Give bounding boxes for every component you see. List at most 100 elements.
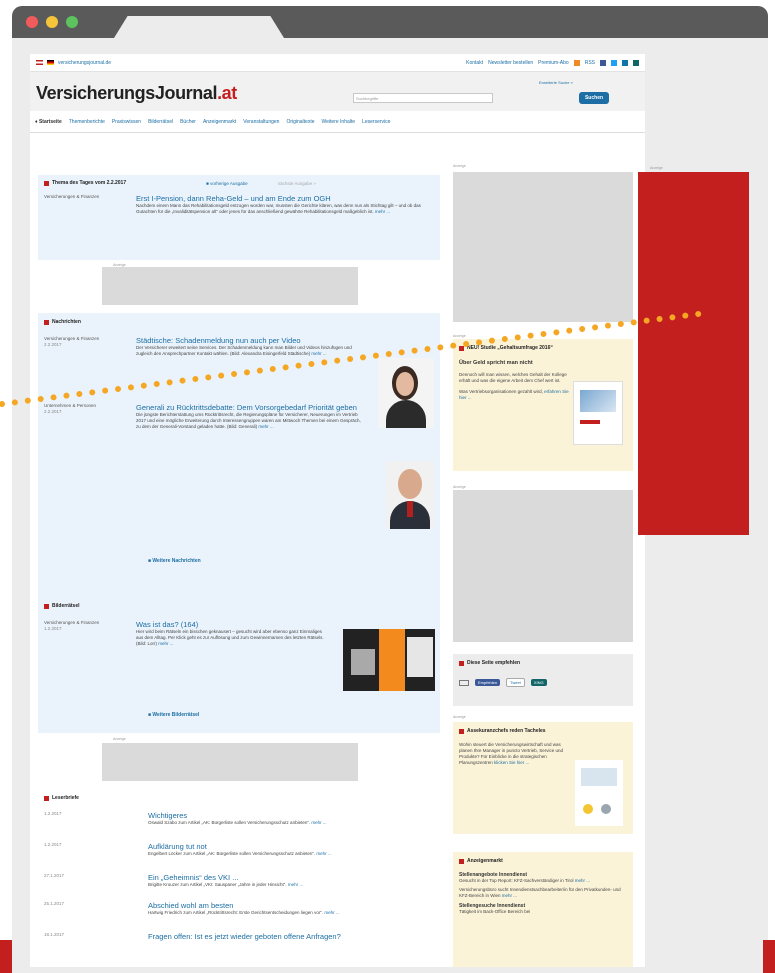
topic-title: Thema des Tages vom 2.2.2017 (44, 180, 126, 186)
austria-flag-icon[interactable] (36, 60, 43, 65)
more-news-link[interactable]: ■ Weitere Nachrichten (148, 558, 201, 564)
letter-text: Brigitte Krouzer zum Artikel „VKI: Sausp… (148, 882, 304, 887)
ad-label: Anzeige (650, 166, 663, 170)
germany-flag-icon[interactable] (47, 60, 54, 65)
letter-headline[interactable]: Fragen offen: Ist es jetzt wieder gebote… (148, 932, 428, 941)
minimize-window-icon[interactable] (46, 16, 58, 28)
search-input[interactable]: Suchbegriffe (353, 93, 493, 103)
study-box: NEU! Studie „Gehaltsumfrage 2016“ Über G… (453, 339, 633, 471)
web-page: versicherungsjournal.de Kontakt Newslett… (30, 54, 645, 967)
maximize-window-icon[interactable] (66, 16, 78, 28)
next-issue-link[interactable]: nächste Ausgabe » (278, 181, 316, 186)
letter-item: 1.2.2017 Wichtigeres Oswald Szabo zum Art… (44, 811, 434, 842)
nav-ads[interactable]: Anzeigenmarkt (203, 119, 236, 125)
topic-headline[interactable]: Erst I-Pension, dann Reha-Geld – und am … (136, 194, 426, 203)
study-text: Dennoch will man wissen, welches Gehalt … (459, 372, 567, 383)
sidebar-ad-1[interactable] (453, 172, 633, 322)
nav-riddle[interactable]: Bilderrätsel (148, 119, 173, 125)
news-date: 2.2.2017 (44, 409, 62, 414)
decor-red-strip-left (0, 940, 12, 973)
riddle-section: Bilderrätsel Versicherungen & Finanzen 1… (38, 597, 440, 733)
letters-list: 1.2.2017 Wichtigeres Oswald Szabo zum Art… (44, 811, 434, 952)
news-text-2: Die jüngste Berichterstattung ums Rücktr… (136, 412, 361, 429)
nav-practice[interactable]: Praxiswissen (112, 119, 141, 125)
letter-date: 1.2.2017 (44, 811, 62, 816)
rss-icon[interactable] (573, 59, 580, 66)
tacheles-image[interactable] (575, 760, 623, 826)
nav-books[interactable]: Bücher (180, 119, 196, 125)
news-photo-woman[interactable] (378, 358, 434, 428)
ad-banner-2[interactable] (102, 743, 358, 781)
market-line-2: Versicherungsbüro sucht Innendienstsachb… (459, 887, 621, 898)
facebook-icon[interactable] (600, 59, 606, 66)
recommend-title: Diese Seite empfehlen (459, 660, 627, 666)
letter-headline[interactable]: Abschied wohl am besten (148, 901, 428, 910)
ad-label: Anzeige (453, 715, 466, 719)
letter-headline[interactable]: Aufklärung tut not (148, 842, 428, 851)
linkedin-icon[interactable] (622, 59, 628, 66)
search-button[interactable]: Suchen (579, 92, 609, 104)
news-section: Nachrichten Versicherungen & Finanzen 2.… (38, 313, 440, 597)
tacheles-title: Assekuranzchefs reden Tacheles (459, 728, 627, 734)
nav-events[interactable]: Veranstaltungen (243, 119, 279, 125)
advanced-search-link[interactable]: Erweiterte Suche » (539, 80, 573, 85)
browser-titlebar (12, 6, 768, 38)
letter-headline[interactable]: Wichtigeres (148, 811, 428, 820)
tacheles-text: Wohin steuert die Versicherungswirtschaf… (459, 742, 564, 765)
letter-date: 18.1.2017 (44, 932, 65, 937)
letter-date: 1.2.2017 (44, 842, 62, 847)
premium-link[interactable]: Premium-Abo (538, 60, 569, 66)
study-subtitle[interactable]: Über Geld spricht man nicht (459, 360, 627, 366)
nav-originals[interactable]: Originaltexte (286, 119, 314, 125)
close-window-icon[interactable] (26, 16, 38, 28)
market-line-3: Tätigkeit im Back-Office Bereich bei (459, 909, 531, 914)
ad-label: Anzeige (453, 485, 466, 489)
ad-label: Anzeige (453, 164, 466, 168)
letter-text: Engelbert Löcker zum Artikel „AK: Bürger… (148, 851, 332, 856)
facebook-share-button[interactable]: Empfehlen (475, 679, 501, 686)
study-cover-image[interactable] (573, 381, 623, 445)
news-text-1: Der Versicherer erweitert seine Services… (136, 345, 352, 356)
browser-tab[interactable] (114, 16, 284, 38)
letter-item: 25.1.2017 Abschied wohl am besten Hartwig… (44, 901, 434, 932)
letter-text: Hartwig Friedrich zum Artikel „Rücktritt… (148, 910, 340, 915)
email-share-icon[interactable] (459, 679, 469, 686)
riddle-text: Hier wird beim Rätseln ein bisschen gekn… (136, 629, 324, 646)
topic-category: Versicherungen & Finanzen (44, 194, 100, 199)
domain-link[interactable]: versicherungsjournal.de (58, 60, 111, 66)
study-title: NEU! Studie „Gehaltsumfrage 2016“ (459, 345, 627, 351)
ad-label: Anzeige (453, 334, 466, 338)
site-logo[interactable]: VersicherungsJournal.at (36, 83, 237, 104)
newsletter-link[interactable]: Newsletter bestellen (488, 60, 533, 66)
tweet-button[interactable]: Tweet (506, 678, 525, 687)
main-nav: ♦ Startseite Themenberichte Praxiswissen… (30, 111, 645, 133)
recommend-box: Diese Seite empfehlen Empfehlen Tweet XI… (453, 654, 633, 706)
riddle-image[interactable] (343, 629, 435, 691)
letter-text: Oswald Szabo zum Artikel „AK: Bürgerlist… (148, 820, 327, 825)
news-headline-1[interactable]: Städtische: Schadenmeldung nun auch per … (136, 336, 366, 345)
more-riddles-link[interactable]: ■ Weitere Bilderrätsel (148, 712, 199, 718)
contact-link[interactable]: Kontakt (466, 60, 483, 66)
market-box: Anzeigenmarkt Stellenangebote Innendiens… (453, 852, 633, 967)
rss-link[interactable]: RSS (585, 60, 595, 66)
red-skyscraper-ad[interactable] (638, 172, 749, 535)
nav-service[interactable]: Leserservice (362, 119, 390, 125)
news-headline-2[interactable]: Generali zu Rücktrittsdebatte: Dem Vorso… (136, 403, 366, 412)
sidebar-ad-2[interactable] (453, 490, 633, 642)
market-title: Anzeigenmarkt (459, 858, 627, 864)
letter-headline[interactable]: Ein „Geheimnis“ des VKI ... (148, 873, 428, 882)
site-header: VersicherungsJournal.at Erweiterte Suche… (30, 71, 645, 111)
xing-share-button[interactable]: XING (530, 679, 547, 686)
news-photo-man[interactable] (386, 461, 434, 529)
decor-red-strip-right (763, 940, 775, 973)
news-title: Nachrichten (44, 319, 434, 325)
twitter-icon[interactable] (611, 59, 617, 66)
nav-themes[interactable]: Themenberichte (69, 119, 105, 125)
xing-icon[interactable] (633, 59, 639, 66)
riddle-headline[interactable]: Was ist das? (164) (136, 620, 326, 629)
ad-banner-1[interactable] (102, 267, 358, 305)
nav-more[interactable]: Weitere Inhalte (322, 119, 356, 125)
prev-issue-link[interactable]: ■ vorherige Ausgabe (206, 181, 248, 186)
nav-home[interactable]: ♦ Startseite (35, 119, 62, 125)
study-text-2: Was Vertriebsorganisationen gezahlt wird… (459, 389, 569, 400)
